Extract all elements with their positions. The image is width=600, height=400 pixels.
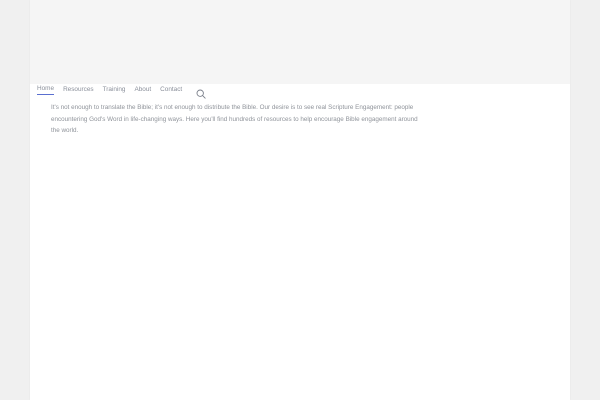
header-banner [30, 0, 570, 84]
nav-item-home[interactable]: Home [37, 85, 55, 95]
search-icon[interactable] [196, 86, 206, 99]
nav-item-contact[interactable]: Contact [160, 86, 182, 95]
intro-paragraph: It's not enough to translate the Bible; … [51, 104, 418, 134]
nav-item-training[interactable]: Training [103, 86, 126, 95]
nav-item-resources[interactable]: Resources [63, 86, 94, 95]
main-nav: Home Resources Training About Contact [37, 84, 206, 99]
nav-item-about[interactable]: About [134, 86, 151, 95]
page-container: Home Resources Training About Contact It… [30, 0, 570, 400]
